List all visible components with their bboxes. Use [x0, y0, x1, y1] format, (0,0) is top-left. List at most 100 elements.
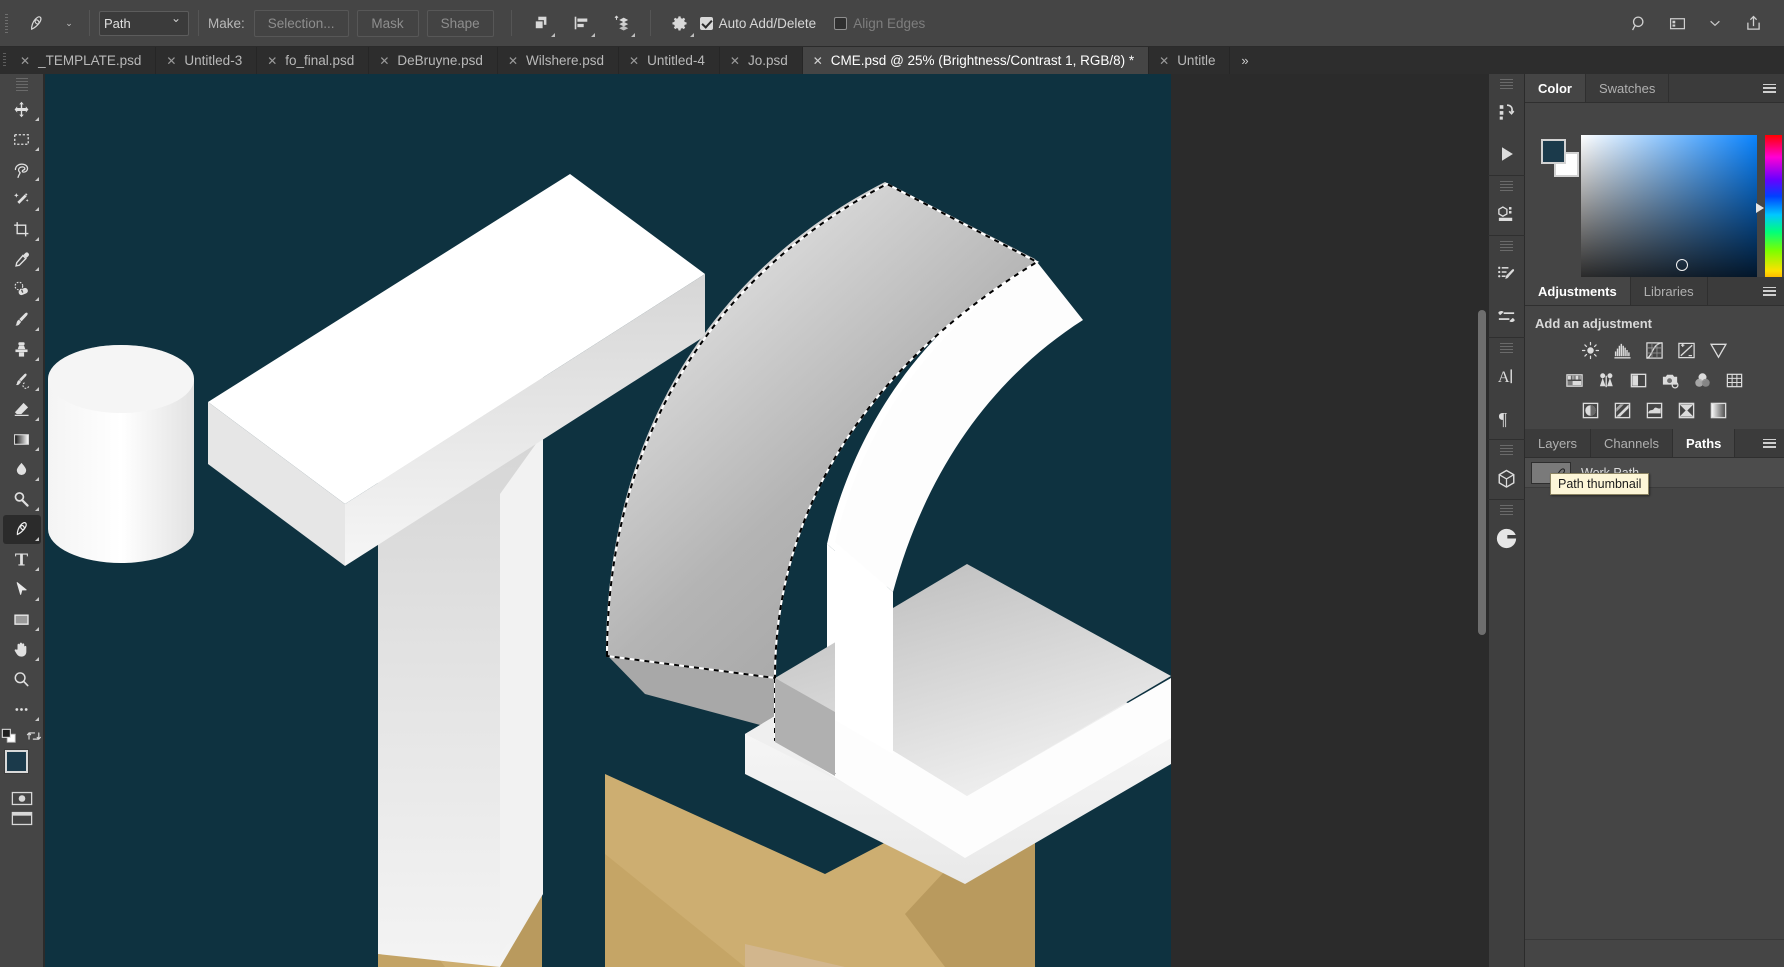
dodge-tool[interactable]: [3, 485, 41, 514]
document-tab-fo-final[interactable]: ✕ fo_final.psd: [257, 47, 369, 74]
brush-presets-icon[interactable]: [1488, 295, 1525, 337]
tab-color[interactable]: Color: [1525, 74, 1586, 102]
tool-preset-chevron-down-icon[interactable]: ⌄: [58, 0, 80, 47]
document-tab-untitled-4[interactable]: ✕ Untitled-4: [619, 47, 720, 74]
brush-settings-icon[interactable]: [1488, 253, 1525, 295]
move-tool[interactable]: [3, 95, 41, 124]
vibrance-adjustment-icon[interactable]: [1708, 339, 1730, 361]
close-icon[interactable]: ✕: [267, 55, 277, 67]
vertical-scrollbar[interactable]: [1478, 310, 1486, 635]
rail-grip[interactable]: [1500, 445, 1513, 456]
search-icon[interactable]: [1622, 6, 1656, 40]
screen-mode-icon[interactable]: [8, 808, 36, 828]
gradient-map-adjustment-icon[interactable]: [1676, 399, 1698, 421]
document-tab-template[interactable]: ✕ _TEMPLATE.psd: [10, 47, 156, 74]
brightness-contrast-adjustment-icon[interactable]: [1580, 339, 1602, 361]
actions-play-icon[interactable]: [1488, 133, 1525, 175]
make-shape-button[interactable]: Shape: [427, 10, 494, 37]
curves-adjustment-icon[interactable]: [1644, 339, 1666, 361]
tab-swatches[interactable]: Swatches: [1586, 74, 1669, 102]
document-tab-jo[interactable]: ✕ Jo.psd: [720, 47, 803, 74]
history-brush-tool[interactable]: [3, 365, 41, 394]
threshold-adjustment-icon[interactable]: [1644, 399, 1666, 421]
spot-healing-brush-tool[interactable]: [3, 275, 41, 304]
tab-layers[interactable]: Layers: [1525, 429, 1591, 457]
document-tab-untitled-3[interactable]: ✕ Untitled-3: [156, 47, 257, 74]
hand-tool[interactable]: [3, 635, 41, 664]
type-tool[interactable]: [3, 545, 41, 574]
close-icon[interactable]: ✕: [166, 55, 176, 67]
rail-grip[interactable]: [1500, 241, 1513, 252]
panel-menu-icon[interactable]: [1754, 74, 1784, 102]
posterize-adjustment-icon[interactable]: [1612, 399, 1634, 421]
close-icon[interactable]: ✕: [508, 55, 518, 67]
tab-libraries[interactable]: Libraries: [1631, 277, 1708, 305]
eyedropper-tool[interactable]: [3, 245, 41, 274]
close-icon[interactable]: ✕: [20, 55, 30, 67]
close-icon[interactable]: ✕: [379, 55, 389, 67]
pen-tool-icon[interactable]: [14, 0, 58, 47]
document-tab-debruyne[interactable]: ✕ DeBruyne.psd: [369, 47, 498, 74]
share-icon[interactable]: [1736, 6, 1770, 40]
zoom-tool[interactable]: [3, 665, 41, 694]
creative-cloud-icon[interactable]: [1488, 517, 1525, 559]
close-icon[interactable]: ✕: [629, 55, 639, 67]
selective-color-adjustment-icon[interactable]: [1708, 399, 1730, 421]
document-tab-wilshere[interactable]: ✕ Wilshere.psd: [498, 47, 619, 74]
path-mode-select[interactable]: Path: [99, 11, 189, 36]
rectangular-marquee-tool[interactable]: [3, 125, 41, 154]
history-icon[interactable]: [1488, 91, 1525, 133]
foreground-background-color-control[interactable]: [4, 750, 40, 788]
close-icon[interactable]: ✕: [813, 55, 823, 67]
rail-grip[interactable]: [1500, 343, 1513, 354]
tab-channels[interactable]: Channels: [1591, 429, 1673, 457]
swap-colors-icon[interactable]: [26, 728, 42, 744]
quick-mask-icon[interactable]: [8, 788, 36, 808]
paragraph-panel-icon[interactable]: ¶: [1488, 397, 1525, 439]
chevron-down-icon[interactable]: [1698, 6, 1732, 40]
canvas-area[interactable]: [44, 74, 1488, 967]
align-edges-checkbox[interactable]: [834, 17, 847, 30]
rail-grip[interactable]: [1500, 181, 1513, 192]
workspace-icon[interactable]: [1660, 6, 1694, 40]
brush-tool[interactable]: [3, 305, 41, 334]
quick-selection-tool[interactable]: [3, 185, 41, 214]
color-picker-marker[interactable]: [1676, 259, 1688, 271]
gradient-tool[interactable]: [3, 425, 41, 454]
tab-bar-grip[interactable]: [0, 47, 10, 74]
default-colors-icon[interactable]: [1, 728, 17, 744]
rail-grip[interactable]: [1500, 79, 1513, 90]
rectangle-tool[interactable]: [3, 605, 41, 634]
invert-adjustment-icon[interactable]: [1580, 399, 1602, 421]
tab-overflow-icon[interactable]: »: [1230, 47, 1258, 74]
panel-menu-icon[interactable]: [1754, 429, 1784, 457]
levels-adjustment-icon[interactable]: [1612, 339, 1634, 361]
exposure-adjustment-icon[interactable]: [1676, 339, 1698, 361]
properties-icon[interactable]: [1488, 193, 1525, 235]
gear-icon[interactable]: [665, 8, 695, 38]
auto-add-delete-checkbox[interactable]: [700, 17, 713, 30]
path-arrangement-icon[interactable]: [606, 8, 636, 38]
make-mask-button[interactable]: Mask: [357, 10, 419, 37]
crop-tool[interactable]: [3, 215, 41, 244]
path-alignment-icon[interactable]: [566, 8, 596, 38]
clone-stamp-tool[interactable]: [3, 335, 41, 364]
path-selection-tool[interactable]: [3, 575, 41, 604]
color-panel-swatch-pair[interactable]: [1541, 139, 1577, 177]
tools-panel-grip[interactable]: [16, 78, 28, 92]
3d-cube-icon[interactable]: [1488, 457, 1525, 499]
eraser-tool[interactable]: [3, 395, 41, 424]
color-balance-adjustment-icon[interactable]: [1596, 369, 1618, 391]
options-bar-grip[interactable]: [0, 0, 14, 47]
pen-tool[interactable]: [3, 515, 41, 544]
foreground-color-swatch[interactable]: [1541, 139, 1566, 164]
black-white-adjustment-icon[interactable]: [1628, 369, 1650, 391]
align-edges-row[interactable]: Align Edges: [834, 16, 925, 31]
lasso-tool[interactable]: [3, 155, 41, 184]
auto-add-delete-row[interactable]: Auto Add/Delete: [700, 16, 817, 31]
rail-grip[interactable]: [1500, 505, 1513, 516]
edit-toolbar-ellipsis-icon[interactable]: [3, 695, 41, 724]
close-icon[interactable]: ✕: [1159, 55, 1169, 67]
hue-saturation-adjustment-icon[interactable]: [1564, 369, 1586, 391]
path-operations-icon[interactable]: [526, 8, 556, 38]
